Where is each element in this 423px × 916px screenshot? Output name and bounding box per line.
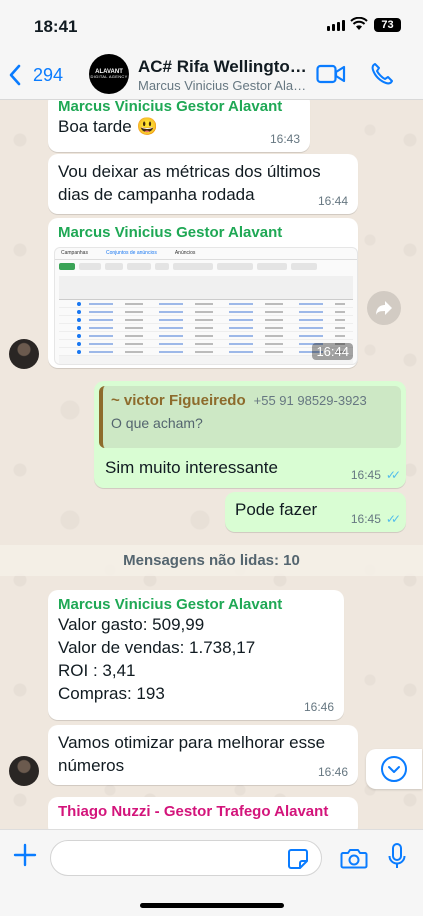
sender-avatar[interactable]: [9, 339, 39, 369]
message-bubble[interactable]: Marcus Vinicius Gestor Alavant Boa tarde…: [48, 92, 310, 152]
message-bubble[interactable]: Vamos otimizar para melhorar esse número…: [48, 725, 358, 785]
wifi-icon: [350, 17, 368, 30]
message-bubble[interactable]: Marcus Vinicius Gestor Alavant Valor gas…: [48, 590, 344, 720]
thumb-table-header: [59, 276, 353, 300]
outgoing-message-bubble[interactable]: ~ victor Figueiredo +55 91 98529-3923 O q…: [94, 381, 406, 488]
message-input[interactable]: [50, 840, 322, 876]
message-text-line: números: [58, 756, 125, 775]
avatar-logo-subtext: DIGITAL AGENCY: [90, 74, 128, 80]
message-time-wrap: 16:45 ✓✓: [350, 512, 401, 526]
thumb-table-total: [59, 356, 353, 364]
message-text-line: Vou deixar as métricas dos últimos: [58, 162, 321, 181]
chat-header: 294 ALAVANT DIGITAL AGENCY AC# Rifa Well…: [0, 50, 423, 100]
quoted-sender-name: ~ victor Figueiredo: [111, 392, 246, 409]
thumb-tab: Anúncios: [174, 250, 196, 256]
message-time: 16:45: [350, 512, 381, 526]
quoted-sender: ~ victor Figueiredo +55 91 98529-3923: [111, 392, 393, 409]
thumb-table-row: [59, 348, 353, 356]
unread-messages-divider: Mensagens não lidas: 10: [0, 545, 423, 576]
thumb-toolbar: [59, 263, 353, 273]
quoted-message[interactable]: ~ victor Figueiredo +55 91 98529-3923 O q…: [99, 386, 401, 448]
status-bar: 18:41 73: [0, 0, 423, 50]
message-text: Boa tarde 😃: [58, 117, 158, 136]
chevron-down-icon: [381, 756, 407, 782]
back-unread-count[interactable]: 294: [33, 65, 63, 86]
signal-icon: [327, 20, 345, 31]
status-time: 18:41: [34, 17, 78, 36]
forward-icon: [376, 301, 392, 315]
message-time-wrap: 16:45 ✓✓: [350, 468, 401, 482]
video-call-icon[interactable]: [316, 63, 346, 85]
message-time: 16:43: [269, 132, 300, 146]
read-ticks-icon: ✓✓: [385, 468, 401, 482]
outgoing-message-bubble[interactable]: Pode fazer 16:45 ✓✓: [225, 492, 406, 532]
message-text-line: Valor gasto: 509,99: [58, 615, 205, 634]
message-text-line: dias de campanha rodada: [58, 185, 255, 204]
thumb-table-row: [59, 332, 353, 340]
thumb-tabs: Campanhas Conjuntos de anúncios Anúncios: [55, 248, 357, 260]
message-time: 16:45: [350, 468, 381, 482]
thumb-tab: Conjuntos de anúncios: [105, 250, 157, 256]
forward-button[interactable]: [367, 291, 401, 325]
message-text-line: Vamos otimizar para melhorar esse: [58, 733, 326, 752]
message-sender[interactable]: Marcus Vinicius Gestor Alavant: [58, 98, 300, 115]
thumb-table-row: [59, 324, 353, 332]
sticker-icon[interactable]: [287, 848, 309, 870]
quoted-text: O que acham?: [111, 415, 203, 431]
message-sender[interactable]: Thiago Nuzzi - Gestor Trafego Alavant: [58, 803, 348, 820]
message-time: 16:46: [317, 765, 348, 779]
chat-title[interactable]: AC# Rifa Wellington...: [138, 57, 310, 77]
message-time: 16:44: [312, 343, 353, 360]
camera-icon[interactable]: [340, 846, 368, 870]
message-time: 16:44: [317, 194, 348, 208]
thumb-table-row: [59, 340, 353, 348]
message-text-line: Valor de vendas: 1.738,17: [58, 638, 256, 657]
scroll-to-bottom-button[interactable]: [366, 749, 422, 789]
message-text-line: ROI : 3,41: [58, 661, 136, 680]
home-indicator: [140, 903, 284, 908]
message-sender[interactable]: Marcus Vinicius Gestor Alavant: [58, 596, 334, 613]
battery-icon: 73: [374, 18, 401, 32]
message-bubble[interactable]: Vou deixar as métricas dos últimos dias …: [48, 154, 358, 214]
back-chevron-icon[interactable]: [8, 64, 22, 86]
message-input-bar: [0, 829, 423, 916]
chat-subtitle[interactable]: Marcus Vinicius Gestor Alavant, Thiago N…: [138, 78, 310, 93]
plus-icon[interactable]: [12, 842, 38, 868]
thumb-tab: Campanhas: [61, 250, 88, 256]
read-ticks-icon: ✓✓: [385, 512, 401, 526]
group-avatar[interactable]: ALAVANT DIGITAL AGENCY: [89, 54, 129, 94]
screenshot-image[interactable]: Campanhas Conjuntos de anúncios Anúncios…: [54, 247, 358, 365]
message-sender[interactable]: Marcus Vinicius Gestor Alavant: [58, 224, 348, 241]
thumb-table-row: [59, 316, 353, 324]
phone-call-icon[interactable]: [370, 62, 394, 86]
message-time: 16:46: [303, 700, 334, 714]
thumb-table-row: [59, 308, 353, 316]
quoted-sender-phone: +55 91 98529-3923: [253, 393, 367, 408]
sender-avatar[interactable]: [9, 756, 39, 786]
message-text-line: Compras: 193: [58, 684, 165, 703]
microphone-icon[interactable]: [388, 842, 406, 872]
thumb-table-row: [59, 300, 353, 308]
